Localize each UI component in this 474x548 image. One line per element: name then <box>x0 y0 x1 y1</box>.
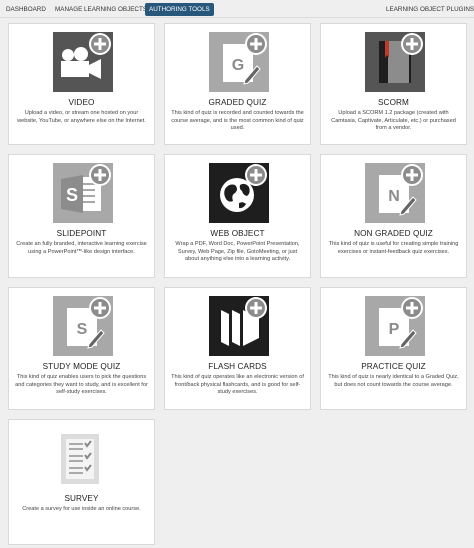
icon-letter: N <box>388 188 400 205</box>
practice-quiz-icon: P <box>365 296 425 356</box>
card-description: Create a survey for use inside an online… <box>22 506 141 512</box>
card-title: SLIDEPOINT <box>56 229 107 238</box>
nav-learning-object-plugins[interactable]: LEARNING OBJECT PLUGINS <box>382 3 474 16</box>
video-camera-icon <box>53 32 113 92</box>
card-title: NON GRADED QUIZ <box>354 229 433 238</box>
study-mode-quiz-icon: S <box>53 296 113 356</box>
graded-quiz-icon: G <box>209 32 269 92</box>
flash-cards-icon <box>209 296 269 356</box>
card-flash-cards[interactable]: FLASH CARDS This kind of quiz operates l… <box>164 287 311 410</box>
card-scorm[interactable]: SCORM Upload a SCORM 1.2 package (create… <box>320 23 467 145</box>
card-title: WEB OBJECT <box>210 229 265 238</box>
icon-letter: G <box>232 57 244 74</box>
card-description: Create an fully branded, interactive lea… <box>16 241 147 255</box>
card-description: This kind of quiz enables users to pick … <box>15 374 148 396</box>
slidepoint-icon: S <box>53 163 113 223</box>
card-slidepoint[interactable]: S SLIDEPOINT Create an fully branded, in… <box>8 154 155 278</box>
card-graded-quiz[interactable]: G GRADED QUIZ This kind of quiz is recor… <box>164 23 311 145</box>
card-video[interactable]: VIDEO Upload a video, or stream one host… <box>8 23 155 145</box>
card-non-graded-quiz[interactable]: N NON GRADED QUIZ This kind of quiz is u… <box>320 154 467 278</box>
card-title: FLASH CARDS <box>208 362 267 371</box>
non-graded-quiz-icon: N <box>365 163 425 223</box>
nav-manage-learning-objects[interactable]: MANAGE LEARNING OBJECTS <box>51 3 151 16</box>
icon-letter: S <box>77 321 88 338</box>
card-description: This kind of quiz is nearly identical to… <box>328 374 459 388</box>
globe-icon <box>209 163 269 223</box>
card-study-mode-quiz[interactable]: S STUDY MODE QUIZ This kind of quiz enab… <box>8 287 155 410</box>
card-title: PRACTICE QUIZ <box>361 362 426 371</box>
card-title: SURVEY <box>64 494 99 503</box>
icon-letter: P <box>389 321 400 338</box>
card-description: Upload a video, or stream one hosted on … <box>17 110 146 124</box>
card-survey[interactable]: SURVEY Create a survey for use inside an… <box>8 419 155 545</box>
card-description: This kind of quiz is useful for creating… <box>328 241 459 255</box>
card-web-object[interactable]: WEB OBJECT Wrap a PDF, Word Doc, PowerPo… <box>164 154 311 278</box>
scorm-book-icon <box>365 32 425 92</box>
card-description: Upload a SCORM 1.2 package (created with… <box>331 110 456 132</box>
card-title: STUDY MODE QUIZ <box>42 362 121 371</box>
card-title: GRADED QUIZ <box>208 98 267 107</box>
top-navigation: DASHBOARD MANAGE LEARNING OBJECTS AUTHOR… <box>0 0 474 18</box>
card-title: SCORM <box>378 98 409 107</box>
nav-dashboard[interactable]: DASHBOARD <box>2 3 50 16</box>
nav-authoring-tools[interactable]: AUTHORING TOOLS <box>145 3 214 16</box>
card-title: VIDEO <box>68 98 95 107</box>
survey-checklist-icon <box>53 428 113 488</box>
card-description: Wrap a PDF, Word Doc, PowerPoint Present… <box>175 241 300 263</box>
card-description: This kind of quiz is recorded and counte… <box>171 110 304 132</box>
card-description: This kind of quiz operates like an elect… <box>171 374 304 396</box>
icon-letter: S <box>66 185 78 205</box>
card-practice-quiz[interactable]: P PRACTICE QUIZ This kind of quiz is nea… <box>320 287 467 410</box>
